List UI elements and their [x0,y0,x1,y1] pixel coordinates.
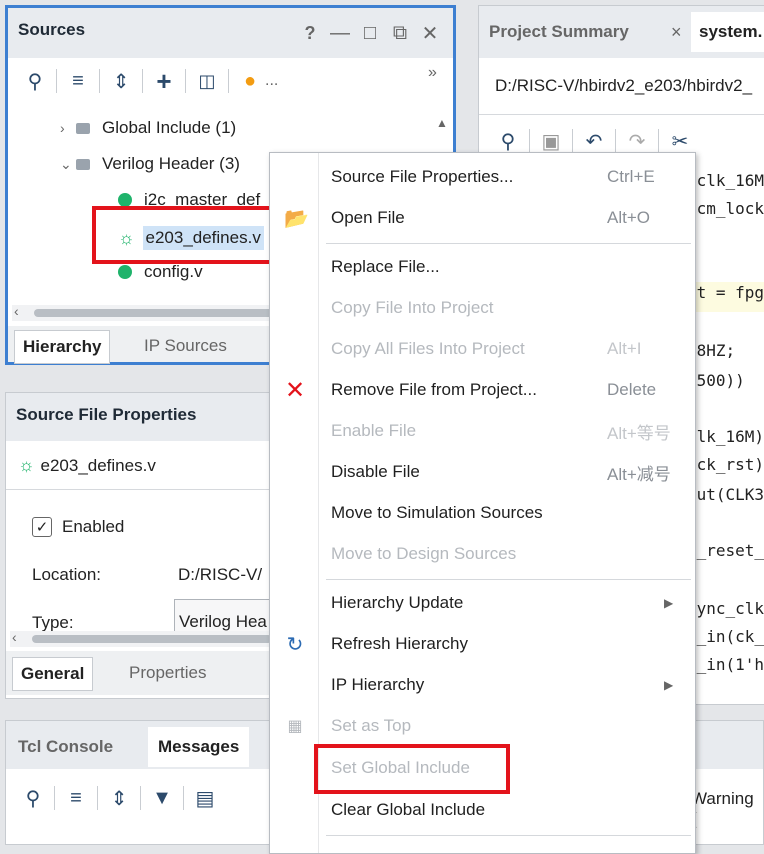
collapse-all-icon[interactable]: ≡ [63,66,93,96]
tab-messages[interactable]: Messages [148,727,250,767]
refresh-icon: ↻ [286,633,304,656]
highlight-box-file [92,206,288,264]
maximize-icon[interactable]: □ [355,18,385,48]
sources-title: Sources [18,20,86,39]
menu-item-open-file[interactable]: 📂 Open File Alt+O [270,198,695,238]
console-toolbar: ⚲ ≡ ⇕ ▼ ▤ [18,783,220,813]
scroll-left-icon[interactable]: ‹ [14,303,19,319]
tree-label: Verilog Header (3) [102,154,240,173]
tab-general[interactable]: General [12,657,94,691]
submenu-arrow-icon: ▶ [664,596,674,610]
tree-row-file[interactable]: config.v [118,262,203,282]
tab-hierarchy[interactable]: Hierarchy [14,330,111,364]
tree-row-global-include[interactable]: › Global Include (1) [60,118,236,138]
close-icon[interactable]: ✕ [415,18,445,48]
location-label: Location: [32,565,101,584]
code-line: st = fpg [687,283,764,302]
tree-label: Global Include (1) [102,118,237,137]
menu-item-set-as-top[interactable]: ▦ Set as Top [270,706,695,746]
folder-icon [76,122,90,134]
tab-system[interactable]: system. [691,12,764,52]
properties-title: Source File Properties [16,405,197,424]
code-line: t_in(1'h [687,655,764,674]
menu-item-disable-file[interactable]: Disable File Alt+减号 [270,452,695,492]
tab-project-summary[interactable]: Project Summary [489,22,629,42]
search-icon[interactable]: ⚲ [20,66,50,96]
highlight-box-menu-item [314,744,510,794]
code-line: o_reset_ [687,541,764,560]
message-icon[interactable]: ▤ [190,783,220,813]
enabled-label: Enabled [62,517,125,536]
warning-filter[interactable]: Warning ( [691,789,763,829]
tab-tcl-console[interactable]: Tcl Console [18,737,113,757]
menu-item-ip-hierarchy[interactable]: IP Hierarchy ▶ [270,665,695,705]
file-status-icon [118,193,132,207]
expand-all-icon[interactable]: ⇕ [106,66,136,96]
toolbar-more-icon[interactable]: » [428,64,437,82]
expand-all-icon[interactable]: ⇕ [104,783,134,813]
properties-file-row: ☼ e203_defines.v [18,455,156,476]
menu-item-copy-all-files[interactable]: Copy All Files Into Project Alt+I [270,329,695,369]
collapse-all-icon[interactable]: ≡ [61,783,91,813]
float-icon[interactable]: ⧉ [385,18,415,48]
warning-icon[interactable]: ● [235,66,265,96]
type-value: Verilog Hea [179,612,267,631]
folder-icon [76,158,90,170]
editor-file-path: D:/RISC-V/hbirdv2_e203/hbirdv2_ [495,76,753,95]
menu-item-enable-file[interactable]: Enable File Alt+等号 [270,411,695,451]
menu-item-remove-file[interactable]: ✕ Remove File from Project... Delete [270,370,695,410]
code-line: clk_16M) [687,427,764,446]
search-icon[interactable]: ⚲ [18,783,48,813]
menu-item-move-to-simulation[interactable]: Move to Simulation Sources [270,493,695,533]
sources-window-controls: ? — □ ⧉ ✕ [295,18,445,48]
file-status-icon [118,265,132,279]
remove-x-icon: ✕ [284,376,306,404]
code-line: sync_clk [687,599,764,618]
tab-properties[interactable]: Properties [129,663,206,683]
type-label: Type: [32,613,74,632]
menu-item-replace-file[interactable]: Replace File... [270,247,695,287]
editor-tab-bar: Project Summary × system. [479,6,764,58]
code-line: (clk_16M [687,171,764,190]
add-icon[interactable]: + [149,66,179,96]
folder-open-icon: 📂 [284,207,309,230]
code-line: (ck_rst) [687,455,764,474]
caret-right-icon[interactable]: › [60,120,76,136]
menu-item-hierarchy-update[interactable]: Hierarchy Update ▶ [270,583,695,623]
scroll-left-icon[interactable]: ‹ [12,629,17,645]
menu-item-source-file-properties[interactable]: Source File Properties... Ctrl+E [270,157,695,197]
minimize-icon[interactable]: — [325,18,355,48]
sources-toolbar: ⚲ ≡ ⇕ + ◫ ● ... [20,66,279,96]
tab-ip-sources[interactable]: IP Sources [144,336,227,356]
caret-down-icon[interactable]: ⌄ [60,156,76,173]
menu-item-clear-global-include[interactable]: Clear Global Include [270,790,695,830]
tree-row-verilog-header[interactable]: ⌄ Verilog Header (3) [60,154,240,174]
menu-item-copy-file-into-project[interactable]: Copy File Into Project [270,288,695,328]
location-value: D:/RISC-V/ [178,565,263,584]
enabled-row: ✓ Enabled [32,517,124,537]
tab-close-icon[interactable]: × [671,22,682,43]
properties-icon[interactable]: ◫ [192,66,222,96]
code-line: out(CLK3 [687,485,764,504]
menu-item-move-to-design[interactable]: Move to Design Sources [270,534,695,574]
tree-label: config.v [144,262,203,281]
help-icon[interactable]: ? [295,18,325,48]
scroll-thumb[interactable] [32,635,272,643]
code-line: t_in(ck_ [687,627,764,646]
hierarchy-icon: ▦ [287,718,303,735]
scroll-up-icon[interactable]: ▲ [436,116,448,130]
sources-header: Sources ? — □ ⧉ ✕ [8,8,453,58]
enabled-checkbox[interactable]: ✓ [32,517,52,537]
submenu-arrow-icon: ▶ [664,678,674,692]
menu-item-refresh-hierarchy[interactable]: ↻ Refresh Hierarchy [270,624,695,664]
scroll-thumb[interactable] [34,309,274,317]
toolbar-overflow-dots[interactable]: ... [265,72,278,90]
globe-file-icon: ☼ [18,455,35,475]
code-line: mcm_lock [687,199,764,218]
properties-file-name: e203_defines.v [40,455,156,475]
filter-icon[interactable]: ▼ [147,783,177,813]
